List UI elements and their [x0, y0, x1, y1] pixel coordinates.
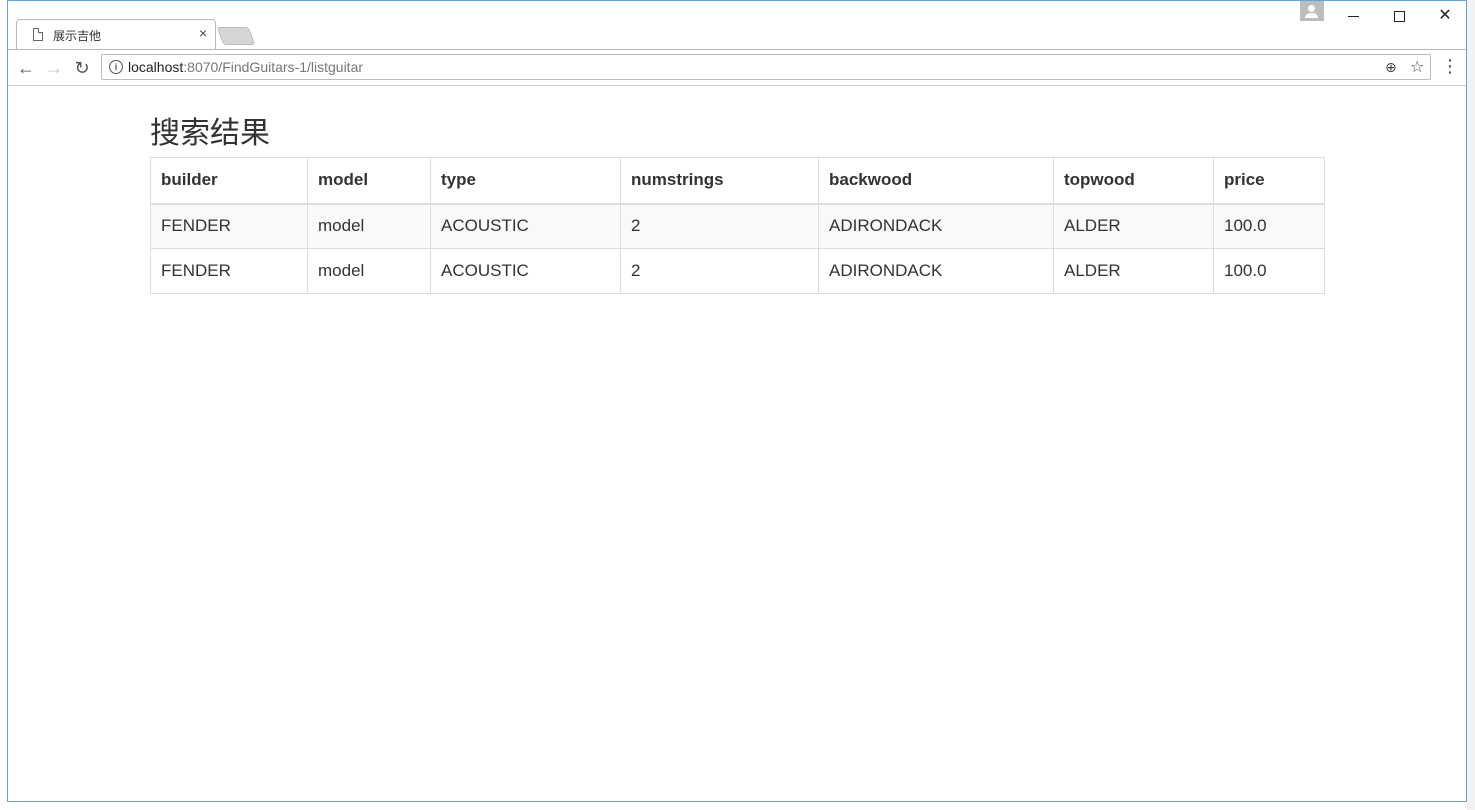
browser-window: 展示吉他 × ✕ ← → ↻ i localhost:8070/FindGuit…: [7, 0, 1467, 802]
column-header: model: [307, 157, 431, 205]
page-content: 搜索结果 builder model type numstrings backw…: [8, 86, 1466, 801]
table-cell: FENDER: [150, 248, 308, 294]
table-header-row: builder model type numstrings backwood t…: [150, 157, 1325, 205]
page-icon: [33, 28, 43, 41]
column-header: backwood: [818, 157, 1054, 205]
minimize-button[interactable]: [1330, 3, 1376, 29]
table-cell: ALDER: [1053, 248, 1214, 294]
back-icon[interactable]: ←: [14, 56, 38, 80]
active-tab[interactable]: 展示吉他 ×: [16, 19, 216, 49]
column-header: topwood: [1053, 157, 1214, 205]
table-cell: ADIRONDACK: [818, 248, 1054, 294]
background-right-strip: [1467, 0, 1475, 810]
column-header: builder: [150, 157, 308, 205]
table-cell: 2: [620, 203, 819, 249]
new-tab-button[interactable]: [216, 27, 256, 45]
maximize-button[interactable]: [1376, 3, 1422, 29]
column-header: numstrings: [620, 157, 819, 205]
table-cell: 100.0: [1213, 248, 1325, 294]
address-bar[interactable]: i localhost:8070/FindGuitars-1/listguita…: [101, 54, 1431, 80]
table-cell: model: [307, 203, 431, 249]
table-cell: ALDER: [1053, 203, 1214, 249]
table-cell: ADIRONDACK: [818, 203, 1054, 249]
url-path: :8070/FindGuitars-1/listguitar: [183, 59, 364, 75]
tab-title: 展示吉他: [53, 29, 102, 43]
reload-icon[interactable]: ↻: [70, 56, 94, 80]
menu-icon[interactable]: ⋮: [1441, 57, 1459, 75]
results-table: builder model type numstrings backwood t…: [150, 157, 1325, 294]
close-window-button[interactable]: ✕: [1422, 3, 1468, 29]
table-row: FENDER model ACOUSTIC 2 ADIRONDACK ALDER…: [150, 203, 1325, 249]
table-cell: FENDER: [150, 203, 308, 249]
url-text[interactable]: localhost:8070/FindGuitars-1/listguitar: [128, 59, 363, 75]
table-cell: 2: [620, 248, 819, 294]
url-host: localhost: [128, 59, 184, 75]
table-cell: model: [307, 248, 431, 294]
forward-icon[interactable]: →: [42, 56, 66, 80]
page-title: 搜索结果: [150, 116, 270, 151]
bookmark-star-icon[interactable]: ☆: [1410, 57, 1424, 77]
column-header: type: [430, 157, 621, 205]
table-cell: ACOUSTIC: [430, 203, 621, 249]
browser-toolbar: ← → ↻ i localhost:8070/FindGuitars-1/lis…: [8, 49, 1466, 86]
table-cell: 100.0: [1213, 203, 1325, 249]
table-cell: ACOUSTIC: [430, 248, 621, 294]
profile-icon[interactable]: [1300, 1, 1324, 21]
table-row: FENDER model ACOUSTIC 2 ADIRONDACK ALDER…: [150, 248, 1325, 294]
column-header: price: [1213, 157, 1325, 205]
close-tab-icon[interactable]: ×: [199, 25, 207, 41]
title-bar: 展示吉他 × ✕: [8, 1, 1466, 49]
zoom-icon[interactable]: ⊕: [1385, 59, 1397, 76]
info-icon[interactable]: i: [109, 60, 123, 74]
